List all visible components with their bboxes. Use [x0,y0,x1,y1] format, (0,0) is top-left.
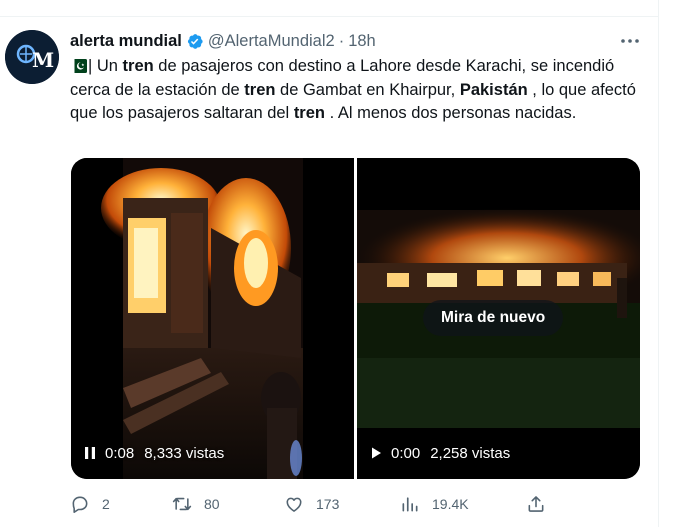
svg-text:M: M [32,48,54,72]
separator-dot: · [338,31,345,50]
video-2-controls: 0:00 2,258 vistas [369,443,510,463]
keyword-pakistan[interactable]: Pakistán [460,81,528,99]
video-1-views: 8,333 vistas [144,444,225,462]
video-player-2[interactable]: Mira de nuevo 0:00 2,258 vistas [357,158,640,479]
retweet-button[interactable]: 80 [172,490,220,518]
verified-badge-icon [187,33,203,49]
author-name[interactable]: alerta mundial [70,32,182,51]
play-icon[interactable] [369,446,383,460]
reply-icon [72,496,88,513]
views-icon [402,497,418,512]
reply-count: 2 [102,496,110,512]
tweet-text-segment: . Al menos dos personas nacidas. [324,104,577,122]
tweet-text-segment: de Gambat en Khairpur, [275,80,460,99]
replay-button[interactable]: Mira de nuevo [423,300,564,336]
top-divider [0,16,658,17]
retweet-count: 80 [204,496,220,512]
avatar[interactable]: M [5,30,59,84]
tweet-text: | Un tren de pasajeros con destino a Lah… [70,55,650,126]
like-count: 173 [316,496,340,512]
video-2-time: 0:00 [391,444,421,462]
like-icon [286,497,302,512]
pakistan-flag-icon [70,59,87,73]
column-divider [658,0,659,527]
tweet-text-segment: | Un [88,57,123,75]
keyword-tren[interactable]: tren [123,57,154,75]
tweet-header: alerta mundial @AlertaMundial2 · 18h [70,30,376,52]
keyword-tren[interactable]: tren [244,81,275,99]
video-thumbnail-burning-train [71,158,354,479]
video-1-controls: 0:08 8,333 vistas [83,443,224,463]
more-icon [621,39,639,43]
tweet-timestamp[interactable]: 18h [348,32,376,51]
media-grid: 0:08 8,333 vistas Mira de nuevo 0:00 2,2… [71,158,640,479]
like-button[interactable]: 173 [284,490,339,518]
more-options-button[interactable] [620,32,640,50]
video-1-time: 0:08 [105,444,135,462]
retweet-icon [172,497,192,511]
view-count: 19.4K [432,496,469,512]
views-button[interactable]: 19.4K [400,490,469,518]
pause-icon[interactable] [83,446,97,460]
share-button[interactable] [526,490,546,518]
share-icon [528,496,544,512]
reply-button[interactable]: 2 [70,490,110,518]
video-player-1[interactable]: 0:08 8,333 vistas [71,158,354,479]
tweet-action-bar: 2 80 173 19.4K [70,490,550,518]
author-handle[interactable]: @AlertaMundial2 [208,32,335,51]
video-2-views: 2,258 vistas [430,444,511,462]
keyword-tren[interactable]: tren [294,104,325,122]
avatar-logo-icon: M [5,30,59,84]
